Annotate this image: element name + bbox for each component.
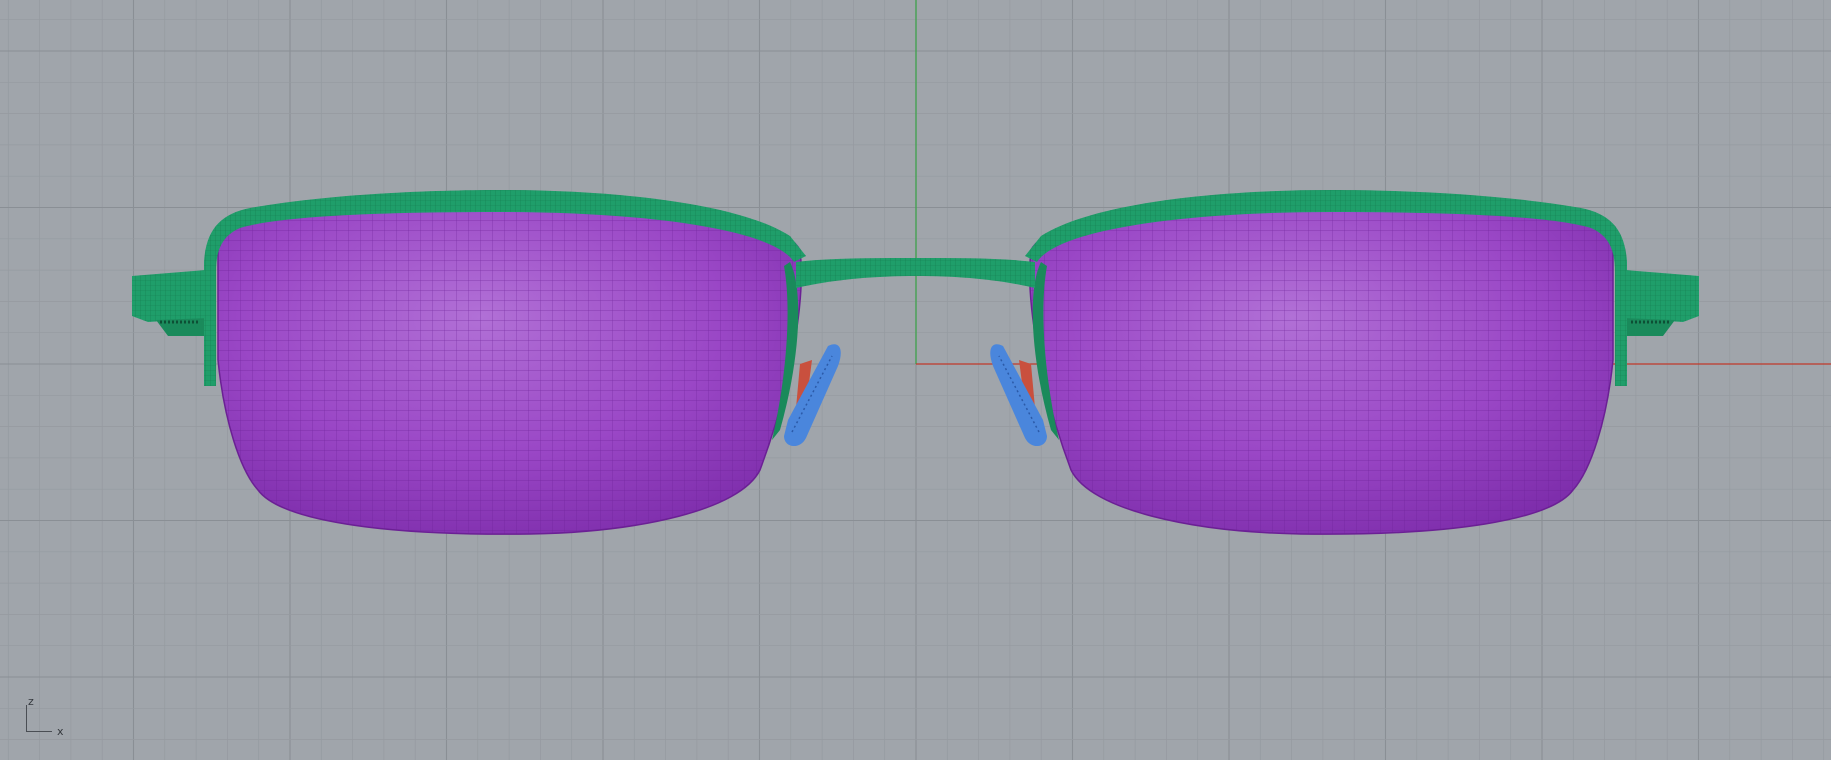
right-temple[interactable] [1619, 270, 1699, 336]
rhino-front-viewport[interactable]: z x [0, 0, 1831, 760]
x-indicator-line [26, 731, 52, 732]
right-lens[interactable] [1011, 190, 1631, 550]
left-lens[interactable] [200, 190, 820, 550]
left-temple[interactable] [132, 270, 212, 336]
viewport-canvas[interactable] [0, 0, 1831, 760]
axis-orientation-icon: z x [24, 695, 74, 740]
z-axis-label: z [28, 695, 34, 708]
z-indicator-line [26, 705, 27, 731]
x-axis-label: x [57, 725, 64, 738]
